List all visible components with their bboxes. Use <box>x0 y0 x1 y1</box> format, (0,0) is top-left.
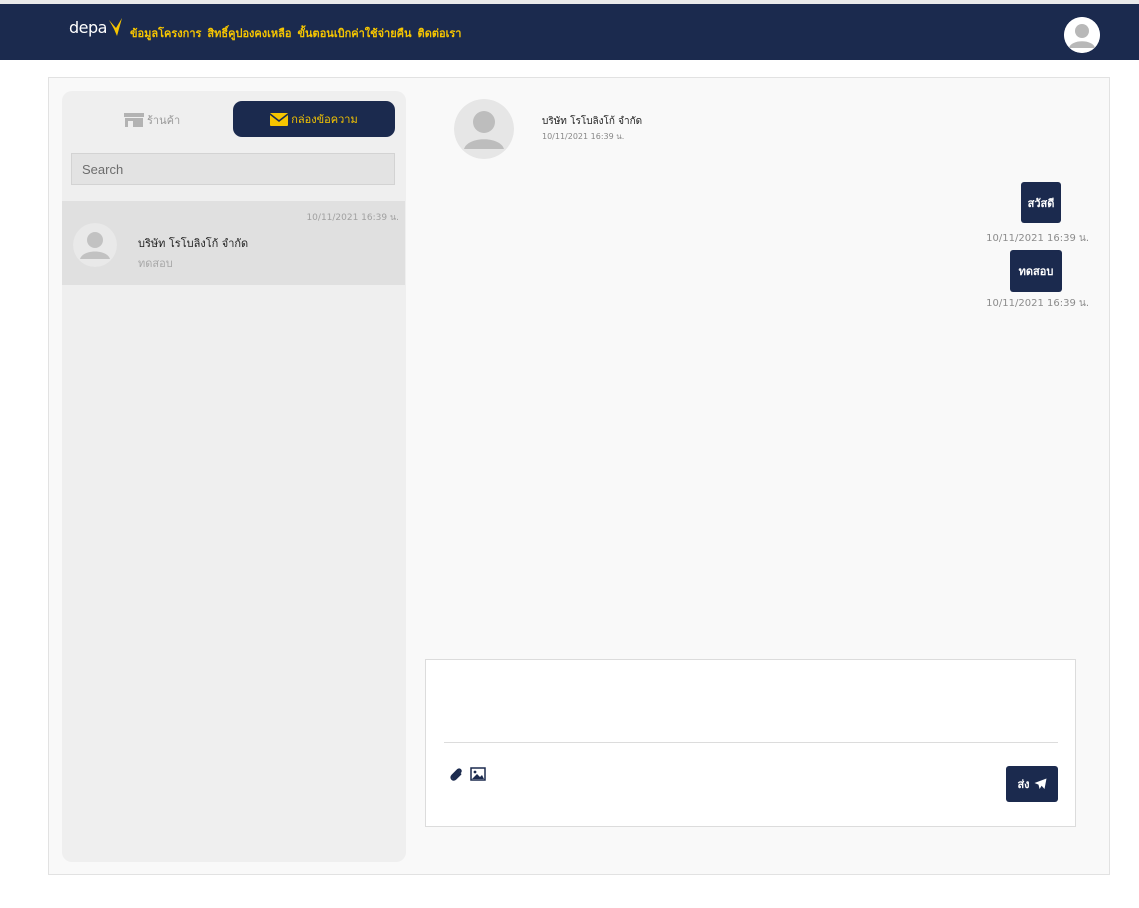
conversation-list-item[interactable]: 10/11/2021 16:39 น. บริษัท โรโบลิงโก้ จำ… <box>62 201 405 285</box>
avatar <box>73 223 117 267</box>
tab-store-label: ร้านค้า <box>147 114 181 127</box>
chat-contact-time: 10/11/2021 16:39 น. <box>542 132 625 141</box>
nav-link-project-info[interactable]: ข้อมูลโครงการ <box>130 24 201 42</box>
depa-logo-mark-icon <box>108 17 122 36</box>
chat-contact-avatar <box>454 99 514 159</box>
nav-links: ข้อมูลโครงการ สิทธิ์คูปองคงเหลือ ขั้นตอน… <box>130 24 461 42</box>
nav-link-reimbursement-steps[interactable]: ขั้นตอนเบิกค่าใช้จ่ายคืน <box>298 24 412 42</box>
store-icon <box>124 113 144 127</box>
conversation-preview: ทดสอบ <box>138 257 173 270</box>
image-icon[interactable] <box>470 767 486 781</box>
chat-contact-name: บริษัท โรโบลิงโก้ จำกัด <box>542 116 643 127</box>
message-composer <box>425 659 1076 827</box>
paperclip-icon[interactable] <box>448 767 464 783</box>
message-time: 10/11/2021 16:39 น. <box>986 233 1089 244</box>
top-navbar: depa ข้อมูลโครงการ สิทธิ์คูปองคงเหลือ ขั… <box>0 4 1139 60</box>
send-button-label: ส่ง <box>1017 778 1030 791</box>
message-input[interactable] <box>444 668 1058 743</box>
conversation-time: 10/11/2021 16:39 น. <box>306 213 399 223</box>
message-bubble: สวัสดี <box>1021 182 1061 223</box>
paper-plane-icon <box>1034 778 1047 789</box>
depa-logo[interactable]: depa <box>69 17 124 37</box>
user-avatar-icon[interactable] <box>1064 17 1100 53</box>
nav-link-coupon-balance[interactable]: สิทธิ์คูปองคงเหลือ <box>207 24 291 42</box>
search-input[interactable] <box>71 153 395 185</box>
message-bubble: ทดสอบ <box>1010 250 1062 292</box>
nav-link-contact-us[interactable]: ติดต่อเรา <box>418 24 462 42</box>
tab-inbox[interactable]: กล่องข้อความ <box>233 101 395 137</box>
tab-inbox-label: กล่องข้อความ <box>291 113 358 126</box>
envelope-icon <box>270 112 289 126</box>
logo-text: depa <box>69 18 107 37</box>
send-button[interactable]: ส่ง <box>1006 766 1058 802</box>
message-time: 10/11/2021 16:39 น. <box>986 298 1089 309</box>
conversation-name: บริษัท โรโบลิงโก้ จำกัด <box>138 237 249 250</box>
tab-store[interactable]: ร้านค้า <box>123 110 180 130</box>
